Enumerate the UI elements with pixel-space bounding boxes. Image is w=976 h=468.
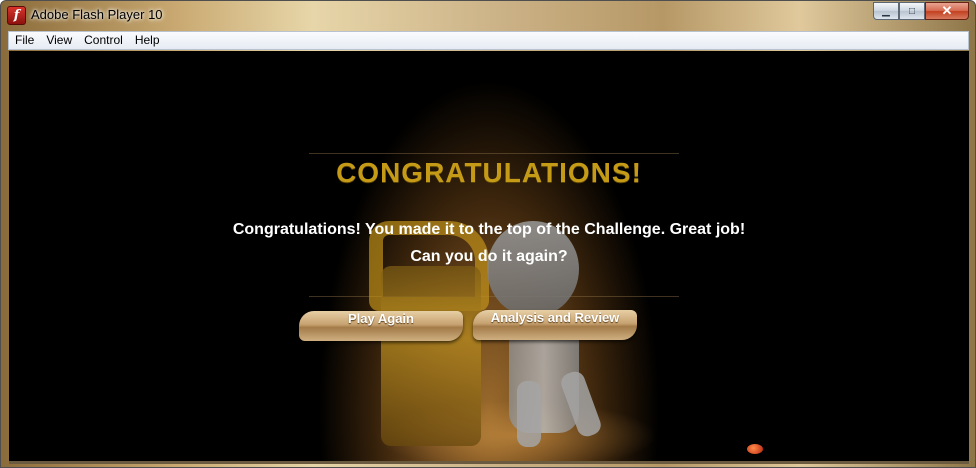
analysis-and-review-button[interactable]: Analysis and Review: [473, 310, 637, 340]
close-icon: ✕: [941, 3, 953, 18]
flash-player-icon: f: [7, 6, 26, 25]
menu-view[interactable]: View: [40, 32, 78, 49]
title-bar[interactable]: f Adobe Flash Player 10 ▁ □ ✕: [1, 1, 975, 29]
play-again-button[interactable]: Play Again: [299, 311, 463, 341]
menu-help[interactable]: Help: [129, 32, 166, 49]
close-button[interactable]: ✕: [925, 2, 969, 20]
congratulations-heading: CONGRATULATIONS!: [336, 157, 642, 188]
divider-top: [309, 153, 679, 154]
flash-player-window: f Adobe Flash Player 10 ▁ □ ✕ File View …: [0, 0, 976, 468]
minimize-button[interactable]: ▁: [873, 2, 899, 20]
message-line-2: Can you do it again?: [410, 248, 568, 265]
flash-stage[interactable]: CONGRATULATIONS! Congratulations! You ma…: [9, 51, 969, 461]
window-bottom-border: [9, 461, 969, 464]
maximize-button[interactable]: □: [899, 2, 925, 20]
treasure-chest: [381, 266, 481, 446]
red-gem: [747, 444, 763, 454]
message-line-1: Congratulations! You made it to the top …: [232, 221, 746, 238]
divider-bottom: [309, 296, 679, 297]
minimize-icon: ▁: [882, 5, 890, 17]
window-controls: ▁ □ ✕: [873, 2, 969, 21]
menu-file[interactable]: File: [9, 32, 40, 49]
menu-control[interactable]: Control: [78, 32, 129, 49]
window-title: Adobe Flash Player 10: [31, 7, 163, 22]
mummy-leg-left: [517, 381, 541, 447]
maximize-icon: □: [908, 5, 916, 17]
menu-bar: File View Control Help: [8, 31, 969, 50]
